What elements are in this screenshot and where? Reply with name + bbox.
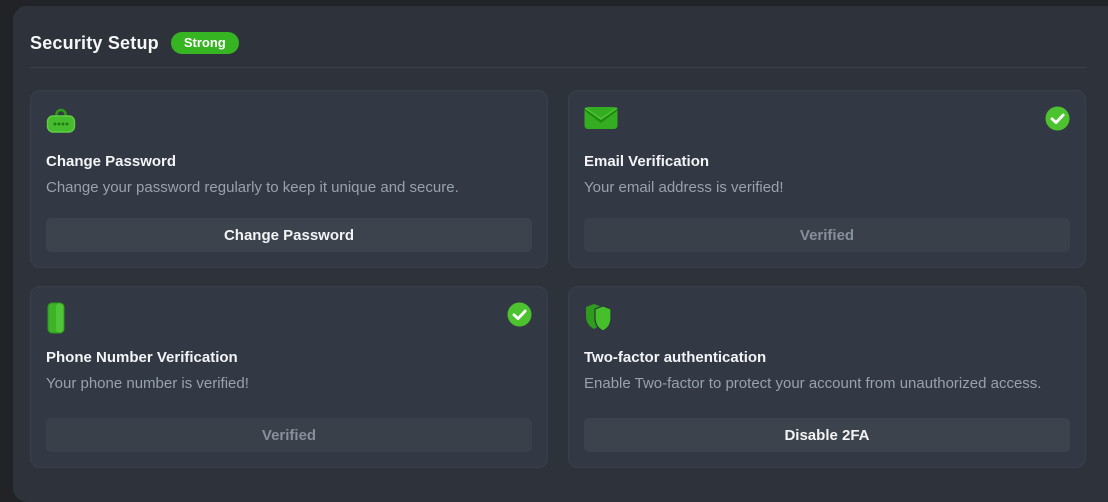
card-phone-verification: Phone Number Verification Your phone num… — [30, 286, 548, 468]
card-title: Change Password — [46, 153, 532, 170]
card-top-row — [46, 106, 532, 138]
verified-check-icon — [507, 302, 532, 327]
page-title: Security Setup — [30, 33, 159, 54]
shield-icon — [584, 302, 618, 334]
card-two-factor: Two-factor authentication Enable Two-fac… — [568, 286, 1086, 468]
card-description: Your email address is verified! — [584, 179, 1070, 196]
card-top-row — [46, 302, 532, 334]
security-cards-grid: Change Password Change your password reg… — [30, 90, 1086, 468]
change-password-button[interactable]: Change Password — [46, 218, 532, 252]
card-top-row — [584, 302, 1070, 334]
phone-verified-button[interactable]: Verified — [46, 418, 532, 452]
email-verified-button[interactable]: Verified — [584, 218, 1070, 252]
header-divider — [30, 67, 1086, 68]
card-email-verification: Email Verification Your email address is… — [568, 90, 1086, 268]
lock-icon — [46, 106, 76, 134]
card-change-password: Change Password Change your password reg… — [30, 90, 548, 268]
phone-icon — [46, 302, 66, 334]
mail-icon — [584, 106, 618, 130]
security-setup-panel: Security Setup Strong Change Passwor — [13, 6, 1108, 502]
card-description: Enable Two-factor to protect your accoun… — [584, 375, 1070, 392]
disable-2fa-button[interactable]: Disable 2FA — [584, 418, 1070, 452]
strength-badge: Strong — [171, 32, 239, 54]
card-top-row — [584, 106, 1070, 138]
card-title: Phone Number Verification — [46, 349, 532, 366]
card-title: Email Verification — [584, 153, 1070, 170]
panel-header: Security Setup Strong — [30, 30, 1086, 54]
card-description: Your phone number is verified! — [46, 375, 532, 392]
verified-check-icon — [1045, 106, 1070, 131]
card-description: Change your password regularly to keep i… — [46, 179, 532, 196]
card-title: Two-factor authentication — [584, 349, 1070, 366]
